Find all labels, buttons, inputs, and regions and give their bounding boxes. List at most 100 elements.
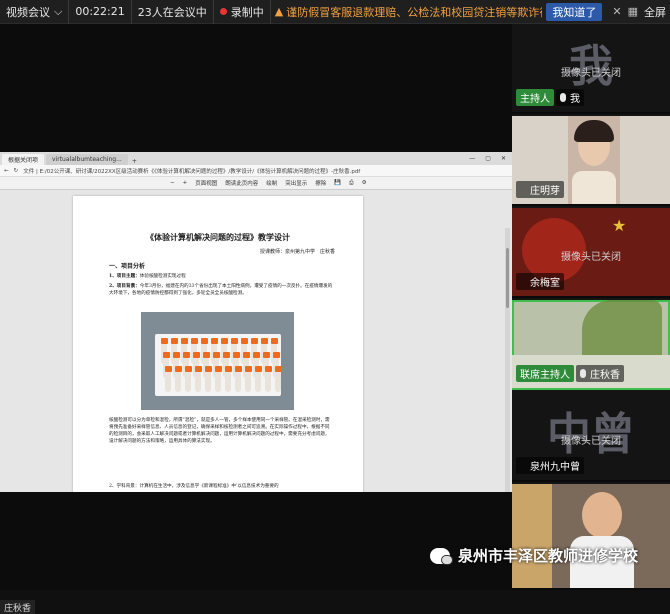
tube-cap xyxy=(224,366,232,372)
participant-count-label: 23人在会议中 xyxy=(137,5,207,19)
participant-name: 庄明芽 xyxy=(530,186,560,197)
acknowledge-button[interactable]: 我知道了 xyxy=(546,2,603,21)
test-tube xyxy=(275,370,281,392)
test-tube xyxy=(225,370,231,392)
paragraph: 2、项目背景：今年3月份，福建在内的33个省份出现了本土阳性病例，遭受了疫情的一… xyxy=(73,283,363,297)
close-icon[interactable]: ✕ xyxy=(612,5,621,18)
print-icon[interactable]: ⎙ xyxy=(349,180,353,187)
name-tag: 泉州九中曾 xyxy=(516,457,584,474)
highlight-button[interactable]: 突出显示 xyxy=(285,179,307,187)
window-controls: — ▢ ✕ xyxy=(469,152,512,165)
address-text: 文件 | E:/02公开课、研讨课/2022XX区级活动赛析《《体验计算机解决问… xyxy=(23,168,361,175)
save-icon[interactable]: 💾 xyxy=(334,180,341,186)
wechat-icon xyxy=(430,547,453,565)
tube-cap xyxy=(232,352,240,358)
browser-tab[interactable]: virtualalbumteaching... xyxy=(46,154,128,165)
paragraph-label: 1、项目主题： xyxy=(109,274,140,279)
close-window-icon[interactable]: ✕ xyxy=(501,155,506,162)
recording-status[interactable]: 录制中 xyxy=(214,0,271,24)
tube-cap xyxy=(184,366,192,372)
participant-tile[interactable] xyxy=(512,484,670,590)
participant-panel: 我 摄像头已关闭 主持人 我 庄明芽 ★ 摄像头已关闭 余梅室 联席主持人 庄秋… xyxy=(512,24,670,590)
tube-cap xyxy=(254,366,262,372)
page-author: 授课教师：泉州第九中学 庄秋香 xyxy=(259,249,335,255)
layout-grid-icon[interactable]: ▦ xyxy=(628,5,638,18)
participant-name: 余梅室 xyxy=(530,278,560,289)
back-icon[interactable]: ← xyxy=(4,168,9,174)
test-tube xyxy=(215,370,221,392)
participant-video xyxy=(568,116,620,204)
name-tag: 主持人 我 xyxy=(516,89,584,106)
chevron-down-icon[interactable]: ⌵ xyxy=(54,5,62,19)
page-title: 《体验计算机解决问题的过程》教学设计 xyxy=(146,232,290,242)
test-tube xyxy=(205,370,211,392)
participant-count[interactable]: 23人在会议中 xyxy=(132,0,214,24)
zoom-in-icon[interactable]: + xyxy=(183,180,188,186)
minimize-icon[interactable]: — xyxy=(469,155,475,162)
microphone-icon xyxy=(580,369,586,378)
test-tube xyxy=(195,370,201,392)
tube-cap xyxy=(272,352,280,358)
participant-tile[interactable]: 庄明芽 xyxy=(512,116,670,206)
tube-cap xyxy=(160,338,168,344)
name-tag: 联席主持人 庄秋香 xyxy=(516,365,624,382)
test-tube xyxy=(245,370,251,392)
tube-cap xyxy=(174,366,182,372)
warning-text: 谨防假冒客服退款理赔、公检法和校园贷注销等欺诈行为，不要在“共享 xyxy=(286,5,543,19)
meeting-top-bar: 视频会议 ⌵ 00:22:21 23人在会议中 录制中 ▲ 谨防假冒客服退款理赔… xyxy=(0,0,670,24)
shared-browser-window: 根据关闭项 virtualalbumteaching... + — ▢ ✕ ← … xyxy=(0,152,512,492)
page-view-button[interactable]: 页面视图 xyxy=(195,179,217,187)
pdf-viewer[interactable]: 《体验计算机解决问题的过程》教学设计 授课教师：泉州第九中学 庄秋香 一、项目分… xyxy=(0,190,512,492)
paragraph: 核酸检测可以分为单检和混检，所谓“混检”，就是多人一管，多个样本使用同一个采样管… xyxy=(109,418,330,444)
participant-tile[interactable]: 我 摄像头已关闭 主持人 我 xyxy=(512,24,670,114)
test-tube xyxy=(175,370,181,392)
erase-button[interactable]: 擦除 xyxy=(315,179,326,187)
tube-cap xyxy=(222,352,230,358)
tube-rack xyxy=(155,334,282,396)
settings-icon[interactable]: ⚙ xyxy=(362,180,367,186)
pdf-page: 《体验计算机解决问题的过程》教学设计 授课教师：泉州第九中学 庄秋香 一、项目分… xyxy=(73,196,363,492)
tube-cap xyxy=(172,352,180,358)
test-tube xyxy=(235,370,241,392)
name-tag: 庄明芽 xyxy=(516,181,564,198)
tube-cap xyxy=(252,352,260,358)
participant-tile-active-speaker[interactable]: 联席主持人 庄秋香 xyxy=(512,300,670,390)
scroll-thumb[interactable] xyxy=(506,248,509,308)
draw-button[interactable]: 绘制 xyxy=(266,179,277,187)
tube-cap xyxy=(244,366,252,372)
refresh-icon[interactable]: ↻ xyxy=(14,168,19,174)
paragraph-label: 2、项目背景： xyxy=(109,284,140,289)
tube-cap xyxy=(260,338,268,344)
avatar-initial: 中曾 xyxy=(547,409,635,460)
tube-cap xyxy=(200,338,208,344)
address-bar[interactable]: ← ↻ 文件 | E:/02公开课、研讨课/2022XX区级活动赛析《《体验计算… xyxy=(0,165,512,177)
tube-cap xyxy=(274,366,282,372)
tube-cap xyxy=(210,338,218,344)
new-tab-button[interactable]: + xyxy=(128,158,141,165)
fullscreen-button[interactable]: 全屏 xyxy=(644,4,666,20)
tube-cap xyxy=(162,352,170,358)
test-tube xyxy=(265,370,271,392)
tube-cap xyxy=(250,338,258,344)
read-aloud-button[interactable]: 朗读此页内容 xyxy=(225,179,258,187)
wechat-watermark: 泉州市丰泽区教师进修学校 xyxy=(430,545,638,566)
maximize-icon[interactable]: ▢ xyxy=(485,155,491,162)
meeting-menu[interactable]: 视频会议 ⌵ xyxy=(0,0,70,24)
tube-cap xyxy=(164,366,172,372)
tube-cap xyxy=(262,352,270,358)
recording-label: 录制中 xyxy=(230,5,264,19)
tube-cap xyxy=(230,338,238,344)
camera-off-label: 摄像头已关闭 xyxy=(561,252,621,263)
tube-cap xyxy=(234,366,242,372)
meeting-label: 视频会议 xyxy=(6,5,50,19)
participant-tile[interactable]: 中曾 摄像头已关闭 泉州九中曾 xyxy=(512,392,670,482)
tube-cap xyxy=(220,338,228,344)
participant-tile[interactable]: ★ 摄像头已关闭 余梅室 xyxy=(512,208,670,298)
record-dot-icon xyxy=(219,8,227,15)
browser-tab[interactable]: 根据关闭项 xyxy=(2,154,45,165)
name-label: 庄秋香 xyxy=(576,365,624,382)
pdf-scrollbar[interactable] xyxy=(505,228,510,492)
self-name-tag: 庄秋香 xyxy=(0,600,36,614)
screen-share-area: 根据关闭项 virtualalbumteaching... + — ▢ ✕ ← … xyxy=(0,24,512,614)
zoom-out-icon[interactable]: − xyxy=(170,180,175,186)
